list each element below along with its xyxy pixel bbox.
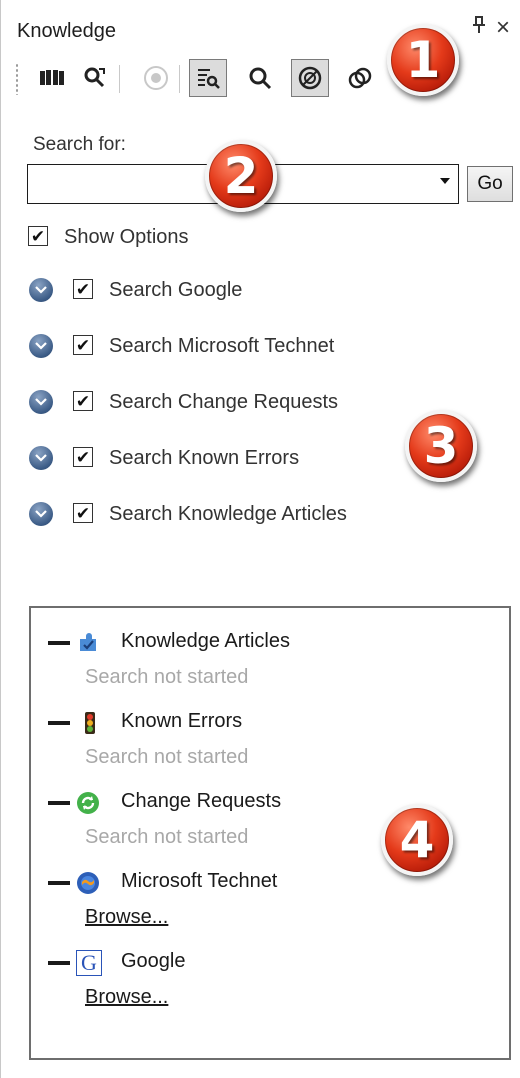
- collapse-dash-icon[interactable]: [48, 961, 70, 965]
- option-label-known-errors: Search Known Errors: [109, 447, 300, 469]
- callout-badge-3: 3: [405, 410, 477, 482]
- callout-badge-4: 4: [381, 804, 453, 876]
- go-button[interactable]: Go: [467, 166, 513, 202]
- option-checkbox-google[interactable]: ✔: [73, 279, 93, 299]
- result-title-google[interactable]: Google: [121, 950, 186, 973]
- knowledge-panel: Knowledge × Search for: Go ✔ Show Option…: [0, 0, 520, 1078]
- browse-link-technet[interactable]: Browse...: [85, 906, 168, 929]
- expand-chevron-icon[interactable]: [29, 334, 53, 358]
- callout-badge-2: 2: [205, 140, 277, 212]
- expand-chevron-icon[interactable]: [29, 390, 53, 414]
- magnifier-icon[interactable]: [241, 59, 279, 97]
- option-checkbox-change-requests[interactable]: ✔: [73, 391, 93, 411]
- collapse-dash-icon[interactable]: [48, 881, 70, 885]
- toolbar-separator: [119, 65, 120, 93]
- option-checkbox-known-errors[interactable]: ✔: [73, 447, 93, 467]
- expand-chevron-icon[interactable]: [29, 502, 53, 526]
- toolbar-separator: [179, 65, 180, 93]
- collapse-dash-icon[interactable]: [48, 801, 70, 805]
- option-label-change-requests: Search Change Requests: [109, 391, 339, 413]
- expand-chevron-icon[interactable]: [29, 446, 53, 470]
- technet-icon: [76, 871, 100, 895]
- stop-icon[interactable]: [137, 59, 175, 97]
- change-requests-icon: [76, 791, 100, 815]
- collapse-dash-icon[interactable]: [48, 641, 70, 645]
- callout-badge-1: 1: [387, 24, 459, 96]
- google-icon-letter: G: [81, 950, 97, 975]
- result-status-known-errors: Search not started: [85, 746, 249, 768]
- link-circles-pressed-icon[interactable]: [291, 59, 329, 97]
- book-icon[interactable]: [33, 59, 71, 97]
- result-title-technet[interactable]: Microsoft Technet: [121, 870, 277, 893]
- show-options-label: Show Options: [64, 226, 189, 248]
- collapse-dash-icon[interactable]: [48, 721, 70, 725]
- dropdown-arrow-icon[interactable]: [440, 178, 450, 184]
- knowledge-articles-icon: [76, 631, 100, 655]
- result-status-change-requests: Search not started: [85, 826, 249, 848]
- result-title-change-requests[interactable]: Change Requests: [121, 790, 281, 813]
- toolbar-grip[interactable]: [15, 63, 19, 95]
- result-status-knowledge-articles: Search not started: [85, 666, 249, 688]
- option-label-technet: Search Microsoft Technet: [109, 335, 335, 357]
- option-label-knowledge-articles: Search Knowledge Articles: [109, 503, 347, 525]
- panel-title: Knowledge: [17, 20, 116, 42]
- option-checkbox-technet[interactable]: ✔: [73, 335, 93, 355]
- document-search-icon[interactable]: [189, 59, 227, 97]
- result-title-known-errors[interactable]: Known Errors: [121, 710, 242, 733]
- search-refresh-icon[interactable]: [75, 59, 113, 97]
- traffic-light-icon: [83, 711, 97, 735]
- close-icon[interactable]: ×: [496, 14, 510, 42]
- option-label-google: Search Google: [109, 279, 243, 301]
- pin-icon[interactable]: [472, 16, 486, 40]
- browse-link-google[interactable]: Browse...: [85, 986, 168, 1009]
- show-options-checkbox[interactable]: ✔: [28, 226, 48, 246]
- expand-chevron-icon[interactable]: [29, 278, 53, 302]
- google-icon: G: [76, 950, 102, 976]
- result-title-knowledge-articles[interactable]: Knowledge Articles: [121, 630, 290, 653]
- option-checkbox-knowledge-articles[interactable]: ✔: [73, 503, 93, 523]
- link-circles-icon[interactable]: [341, 59, 379, 97]
- search-label: Search for:: [33, 134, 126, 155]
